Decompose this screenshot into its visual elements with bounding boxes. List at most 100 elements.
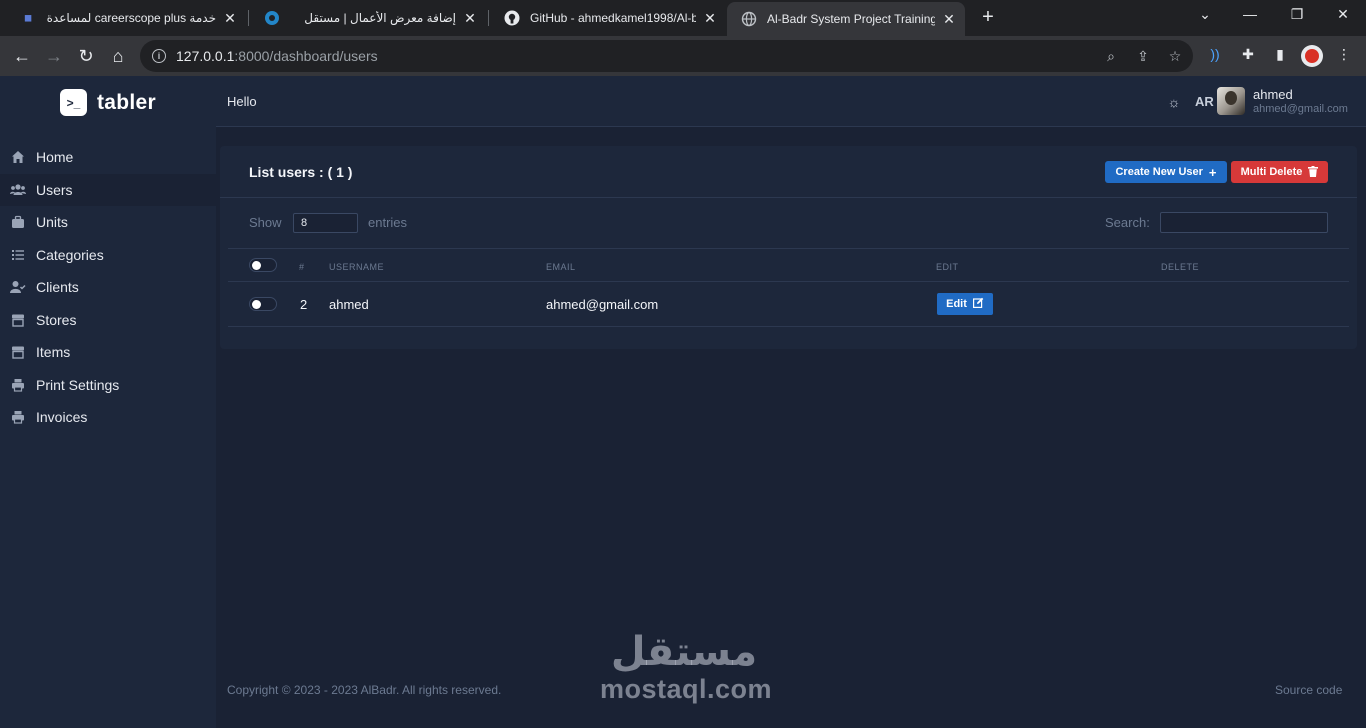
select-all-toggle[interactable]: [249, 258, 277, 272]
tab-title: GitHub - ahmedkamel1998/Al-b: [530, 11, 696, 25]
forward-icon[interactable]: →: [42, 44, 66, 68]
edit-button[interactable]: Edit: [937, 293, 993, 315]
info-icon[interactable]: i: [152, 49, 166, 63]
browser-toolbar: ← → ↻ ⌂ i 127.0.0.1:8000/dashboard/users…: [0, 36, 1366, 76]
share-icon[interactable]: ⇪: [1134, 48, 1152, 66]
search-input[interactable]: [1160, 212, 1328, 233]
sidebar-item-label: Stores: [36, 311, 77, 328]
browser-tab[interactable]: إضافة معرض الأعمال | مستقل ✕: [250, 4, 486, 32]
reload-icon[interactable]: ↻: [74, 44, 98, 68]
top-header: Hello ☼ AR ahmed ahmed@gmail.com: [216, 76, 1366, 127]
column-header-edit[interactable]: EDIT: [936, 262, 959, 272]
edit-icon: [972, 297, 984, 311]
user-name[interactable]: ahmed: [1253, 87, 1293, 102]
browser-tabstrip: ◼ خدمة careerscope plus لمساعدة ✕ إضافة …: [0, 0, 1366, 36]
browser-tab[interactable]: ◼ خدمة careerscope plus لمساعدة ✕: [6, 4, 246, 32]
tab-separator: [248, 10, 249, 26]
tab-separator: [488, 10, 489, 26]
source-code-link[interactable]: Source code: [1275, 683, 1342, 697]
store-icon: [10, 312, 26, 328]
brand-name: tabler: [97, 90, 156, 114]
table-row: 2 ahmed ahmed@gmail.com Edit: [228, 282, 1349, 327]
user-email: ahmed@gmail.com: [1253, 103, 1348, 115]
search-label: Search:: [1105, 215, 1150, 230]
home-icon[interactable]: ⌂: [106, 44, 130, 68]
sun-theme-toggle-icon[interactable]: ☼: [1166, 94, 1182, 110]
new-tab-button[interactable]: +: [977, 6, 999, 29]
brand[interactable]: >_ tabler: [60, 89, 156, 116]
chevron-down-icon[interactable]: ⌄: [1195, 6, 1215, 23]
tab-title: إضافة معرض الأعمال | مستقل: [304, 11, 456, 25]
sidebar-item-invoices[interactable]: Invoices: [0, 401, 216, 434]
minimize-icon[interactable]: —: [1240, 6, 1260, 22]
sidebar-item-clients[interactable]: Clients: [0, 271, 216, 304]
list-icon: [10, 247, 26, 263]
profile-avatar-icon[interactable]: [1301, 45, 1323, 67]
bookmark-star-icon[interactable]: ☆: [1166, 48, 1184, 66]
watermark-arabic: مستقل: [610, 629, 758, 675]
avatar[interactable]: [1217, 87, 1245, 115]
menu-kebab-icon[interactable]: ⋮: [1334, 46, 1354, 66]
restore-icon[interactable]: ❐: [1287, 6, 1307, 23]
sidebar-item-units[interactable]: Units: [0, 206, 216, 239]
sidebar-item-stores[interactable]: Stores: [0, 304, 216, 337]
users-card: List users : ( 1 ) Create New User + Mul…: [220, 146, 1357, 349]
mostaql-watermark: مستقل mostaql.com: [600, 629, 773, 714]
sidebar-item-label: Units: [36, 214, 68, 231]
address-bar[interactable]: i 127.0.0.1:8000/dashboard/users ⌕ ⇪ ☆: [140, 40, 1193, 72]
page-title: List users : ( 1 ): [249, 164, 353, 180]
watermark-latin: mostaql.com: [600, 674, 773, 704]
sidebar-item-users[interactable]: Users: [0, 173, 216, 206]
button-label: Multi Delete: [1240, 166, 1303, 178]
close-icon[interactable]: ✕: [462, 10, 478, 27]
close-window-icon[interactable]: ✕: [1333, 6, 1353, 23]
sidebar-item-label: Invoices: [36, 409, 88, 426]
tab-title: Al-Badr System Project Training.: [767, 12, 935, 26]
close-icon[interactable]: ✕: [702, 10, 718, 27]
browser-tab-active[interactable]: Al-Badr System Project Training. ✕: [727, 2, 965, 36]
column-header-id[interactable]: #: [299, 262, 305, 272]
entries-label: entries: [368, 215, 408, 230]
footer-copyright: Copyright © 2023 - 2023 AlBadr. All righ…: [227, 683, 502, 697]
sidebar-item-label: Home: [36, 149, 74, 166]
sidebar-item-label: Items: [36, 344, 71, 361]
sidebar-item-label: Categories: [36, 246, 104, 263]
column-header-delete[interactable]: DELETE: [1161, 262, 1199, 272]
print-icon: [10, 377, 26, 393]
briefcase-icon: [10, 214, 26, 230]
button-label: Create New User: [1115, 166, 1203, 178]
extensions-puzzle-icon[interactable]: ✚: [1238, 46, 1258, 66]
tabler-logo-icon: >_: [60, 89, 87, 116]
cell-username: ahmed: [329, 297, 369, 312]
url-path: :8000/dashboard/users: [234, 48, 378, 64]
zoom-icon[interactable]: ⌕: [1102, 48, 1120, 66]
sidebar-item-home[interactable]: Home: [0, 141, 216, 174]
multi-delete-button[interactable]: Multi Delete: [1231, 161, 1328, 183]
entries-per-page-input[interactable]: 8: [293, 213, 358, 233]
card-header: List users : ( 1 ) Create New User + Mul…: [220, 146, 1357, 198]
radio-extension-icon[interactable]: )): [1205, 46, 1225, 66]
sidebar-item-categories[interactable]: Categories: [0, 239, 216, 272]
language-switch[interactable]: AR: [1195, 94, 1214, 109]
back-icon[interactable]: ←: [10, 44, 34, 68]
create-new-user-button[interactable]: Create New User +: [1105, 161, 1227, 183]
side-panel-icon[interactable]: ▮: [1270, 46, 1290, 66]
user-check-icon: [10, 279, 26, 295]
users-icon: [10, 182, 26, 198]
greeting-text: Hello: [227, 94, 257, 109]
sidebar-item-print-settings[interactable]: Print Settings: [0, 369, 216, 402]
browser-tab[interactable]: GitHub - ahmedkamel1998/Al-b ✕: [490, 4, 726, 32]
button-label: Edit: [946, 298, 967, 310]
close-icon[interactable]: ✕: [941, 11, 957, 28]
sidebar-item-label: Print Settings: [36, 376, 120, 393]
mostaql-icon: [264, 10, 280, 26]
url-host: 127.0.0.1: [176, 48, 235, 64]
row-select-toggle[interactable]: [249, 297, 277, 311]
close-icon[interactable]: ✕: [222, 10, 238, 27]
column-header-email[interactable]: EMAIL: [546, 262, 576, 272]
sidebar: >_ tabler Home Users Units Categories Cl…: [0, 76, 216, 728]
sidebar-item-items[interactable]: Items: [0, 336, 216, 369]
store-icon: [10, 344, 26, 360]
home-icon: [10, 149, 26, 165]
column-header-username[interactable]: USERNAME: [329, 262, 384, 272]
